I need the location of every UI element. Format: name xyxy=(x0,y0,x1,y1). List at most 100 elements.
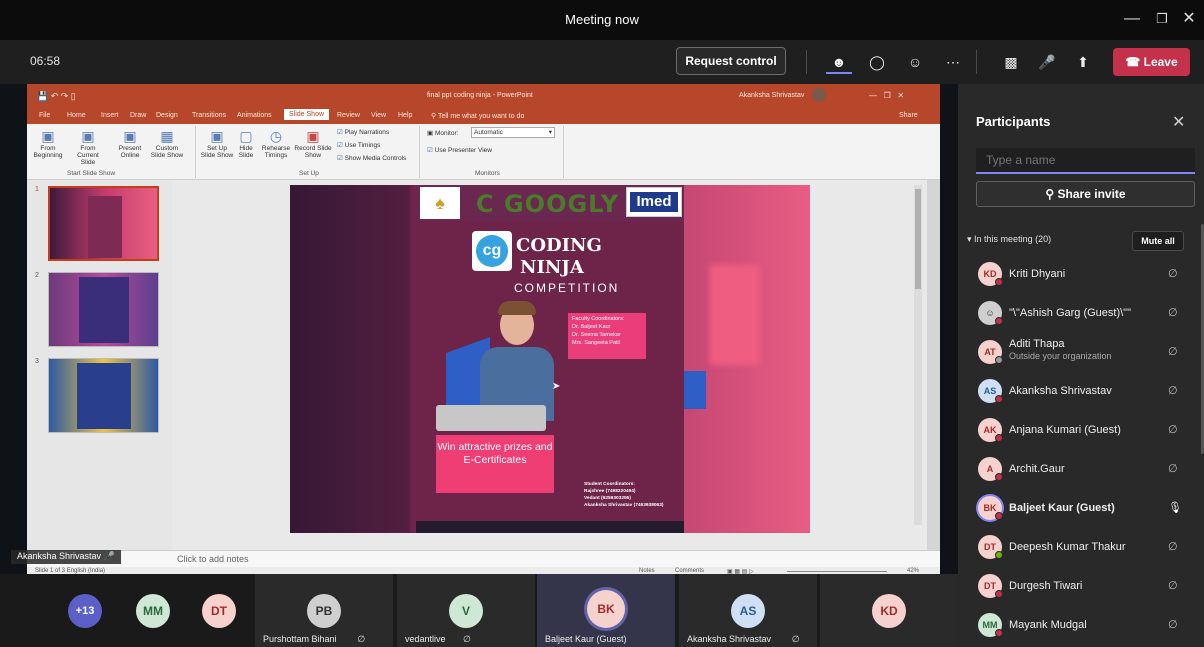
avatar[interactable]: MM xyxy=(136,594,170,628)
maximize-icon[interactable]: ❐ xyxy=(1150,8,1174,30)
checkbox-checked-icon: ☑ xyxy=(337,142,343,149)
mic-off-icon: ∅ xyxy=(1168,346,1178,358)
leave-button[interactable]: ☎ Leave xyxy=(1113,48,1190,76)
presenter-view-checkbox[interactable]: ☑ Use Presenter View xyxy=(427,146,492,154)
mic-off-icon[interactable]: 🎤 xyxy=(1034,50,1060,74)
monitor-select-value: Automatic xyxy=(474,129,503,136)
custom-slide-show-button[interactable]: ▦ Custom Slide Show xyxy=(150,128,184,159)
close-icon[interactable]: ✕ xyxy=(1177,8,1201,30)
participant-row[interactable]: MM Mayank Mudgal ∅ xyxy=(958,607,1204,645)
video-tile[interactable]: AS Akanksha Shrivastav ∅ xyxy=(679,574,817,647)
show-media-controls-checkbox[interactable]: ☑ Show Media Controls xyxy=(337,154,406,162)
mute-all-button[interactable]: Mute all xyxy=(1132,231,1184,251)
avatar: BK xyxy=(587,590,625,628)
overflow-count-avatar[interactable]: +13 xyxy=(68,594,102,628)
video-tile[interactable]: KD xyxy=(820,574,958,647)
monitors-group: Monitors xyxy=(475,170,500,177)
participant-row[interactable]: A Archit.Gaur ∅ xyxy=(958,451,1204,489)
hide-slide-icon: ▢ xyxy=(239,128,253,144)
tell-me-box[interactable]: ⚲ Tell me what you want to do xyxy=(431,112,524,120)
menu-home[interactable]: Home xyxy=(67,112,86,119)
timer-icon: ◷ xyxy=(269,128,283,144)
participant-row[interactable]: DT Deepesh Kumar Thakur ∅ xyxy=(958,529,1204,567)
presence-status-icon xyxy=(995,512,1003,520)
thumb-poster xyxy=(77,363,131,429)
notes-placeholder: Click to add notes xyxy=(177,554,249,564)
play-narrations-checkbox[interactable]: ☑ Play Narrations xyxy=(337,128,389,136)
scrollbar-thumb[interactable] xyxy=(915,189,921,289)
use-timings-checkbox[interactable]: ☑ Use Timings xyxy=(337,141,380,149)
menu-animations[interactable]: Animations xyxy=(237,112,272,119)
setup-slide-show-button[interactable]: ▣ Set Up Slide Show xyxy=(199,128,235,159)
participant-row[interactable]: BK Baljeet Kaur (Guest) 🎙 xyxy=(958,490,1204,528)
video-tile[interactable]: BK Baljeet Kaur (Guest) xyxy=(537,574,675,647)
ppt-menu-bar: File Home Insert Draw Design Transitions… xyxy=(27,108,940,124)
camera-off-icon[interactable]: ▩ xyxy=(998,50,1024,74)
slide-thumbnail-3[interactable] xyxy=(48,358,159,433)
phone-icon: ☎ xyxy=(1125,55,1141,69)
participant-row[interactable]: KD Kriti Dhyani ∅ xyxy=(958,256,1204,294)
cg-logo-icon: cg xyxy=(476,235,508,267)
request-control-button[interactable]: Request control xyxy=(676,47,786,75)
from-beginning-button[interactable]: ▣ From Beginning xyxy=(33,128,63,159)
participant-name: Anjana Kumari (Guest) xyxy=(1009,424,1121,436)
blurred-shape xyxy=(710,265,760,365)
participant-row[interactable]: AT Aditi Thapa Outside your organization ∅ xyxy=(958,334,1204,372)
slide-thumbnail-2[interactable] xyxy=(48,272,159,347)
slide-thumbnail-pane: 1 2 3 xyxy=(27,180,172,550)
title-bar: Meeting now — ❐ ✕ xyxy=(0,0,1204,40)
record-slide-show-button[interactable]: ▣ Record Slide Show xyxy=(293,128,333,159)
participant-name: Durgesh Tiwari xyxy=(1009,580,1083,592)
video-tile[interactable]: Vvedantlive ∅ xyxy=(397,574,535,647)
participant-search-input[interactable] xyxy=(976,148,1195,174)
participants-icon[interactable]: ☻ xyxy=(826,50,852,74)
mic-off-icon: ∅ xyxy=(791,634,800,644)
current-slide[interactable]: ♠ C GOOGLY Imed cg CODING NINJA COMPETIT… xyxy=(290,185,810,533)
notes-pane[interactable]: Click to add notes xyxy=(27,550,940,567)
avatar: V xyxy=(449,594,483,628)
menu-design[interactable]: Design xyxy=(156,112,178,119)
menu-review[interactable]: Review xyxy=(337,112,360,119)
mic-off-icon: ∅ xyxy=(1168,541,1178,553)
ppt-window-title: final ppt coding ninja - PowerPoint xyxy=(427,92,533,99)
more-icon[interactable]: ⋯ xyxy=(940,50,966,74)
imed-logo: Imed xyxy=(626,187,682,217)
participant-row[interactable]: AS Akanksha Shrivastav ∅ xyxy=(958,373,1204,411)
participant-row[interactable]: DT Durgesh Tiwari ∅ xyxy=(958,568,1204,606)
presence-status-icon xyxy=(995,473,1003,481)
share-icon[interactable]: ⬆ xyxy=(1070,50,1096,74)
participants-panel: Participants ✕ ⚲ Share invite ▾ In this … xyxy=(958,84,1204,647)
avatar[interactable]: DT xyxy=(202,594,236,628)
video-tile[interactable]: PB Purshottam Bihani ∅ xyxy=(255,574,393,647)
hide-slide-button[interactable]: ▢ Hide Slide xyxy=(235,128,257,159)
menu-file[interactable]: File xyxy=(39,112,50,119)
faculty-name: Dr. Seema Tarnekar xyxy=(572,332,621,338)
zoom-slider[interactable] xyxy=(787,571,887,572)
menu-view[interactable]: View xyxy=(371,112,386,119)
monitor-select[interactable]: Automatic ▾ xyxy=(471,127,555,138)
slide-thumbnail-1[interactable] xyxy=(48,186,159,261)
blurred-backdrop xyxy=(290,185,410,533)
minimize-icon[interactable]: — xyxy=(1120,8,1144,30)
reactions-icon[interactable]: ☺ xyxy=(902,50,928,74)
vertical-scrollbar[interactable] xyxy=(914,185,922,525)
ppt-share-button[interactable]: Share xyxy=(899,112,918,119)
menu-insert[interactable]: Insert xyxy=(101,112,119,119)
share-invite-button[interactable]: ⚲ Share invite xyxy=(976,181,1195,207)
menu-draw[interactable]: Draw xyxy=(130,112,146,119)
chat-icon[interactable]: ◯ xyxy=(864,50,890,74)
present-online-button[interactable]: ▣ Present Online xyxy=(113,128,147,159)
monitor-label: ▣ Monitor: xyxy=(427,129,458,137)
participant-row[interactable]: ☺ "\"Ashish Garg (Guest)\"" ∅ xyxy=(958,295,1204,333)
close-panel-icon[interactable]: ✕ xyxy=(1172,112,1185,132)
menu-transitions[interactable]: Transitions xyxy=(192,112,226,119)
ppt-title-bar: 💾 ↶ ↷ ▯ final ppt coding ninja - PowerPo… xyxy=(27,84,940,108)
rehearse-timings-button[interactable]: ◷ Rehearse Timings xyxy=(261,128,291,159)
menu-help[interactable]: Help xyxy=(398,112,412,119)
record-label: Record Slide Show xyxy=(294,145,332,159)
from-current-button[interactable]: ▣ From Current Slide xyxy=(71,128,105,166)
tell-me-text: Tell me what you want to do xyxy=(437,113,525,120)
menu-slide-show[interactable]: Slide Show xyxy=(284,109,330,120)
participant-row[interactable]: AK Anjana Kumari (Guest) ∅ xyxy=(958,412,1204,450)
in-meeting-header[interactable]: ▾ In this meeting (20) xyxy=(967,234,1051,245)
